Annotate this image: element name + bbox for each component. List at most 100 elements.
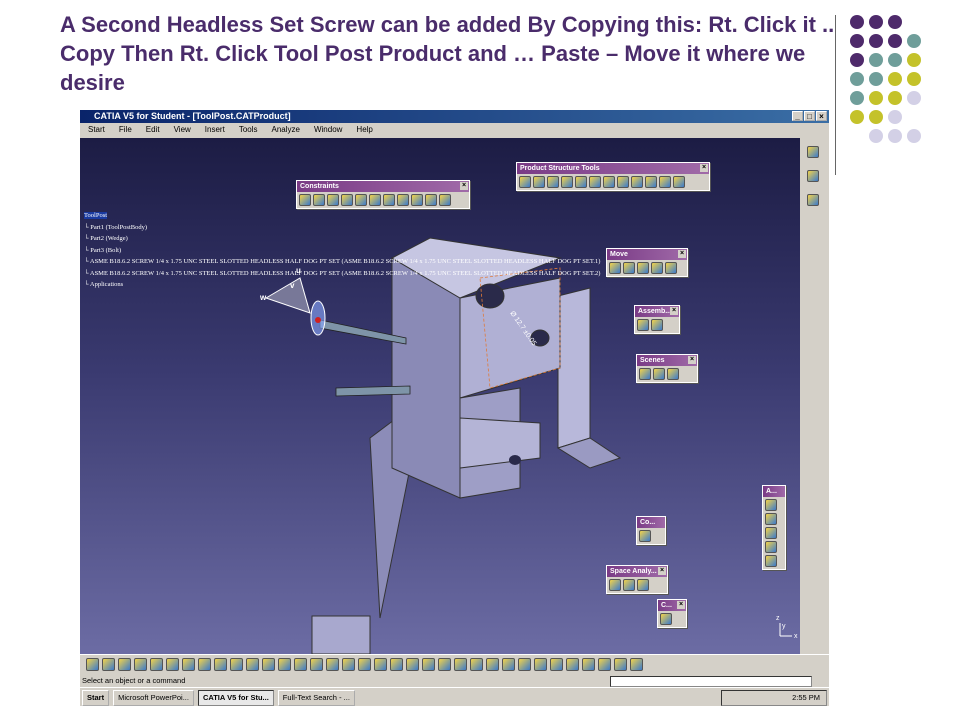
tool-icon[interactable] <box>765 555 777 567</box>
menu-insert[interactable]: Insert <box>205 123 225 137</box>
tool-icon[interactable] <box>150 658 163 671</box>
tool-icon[interactable] <box>439 194 451 206</box>
tool-icon[interactable] <box>653 368 665 380</box>
tool-icon[interactable] <box>589 176 601 188</box>
tool-icon[interactable] <box>637 262 649 274</box>
tool-icon[interactable] <box>765 513 777 525</box>
help-icon[interactable] <box>246 658 259 671</box>
toolbar-product-structure[interactable]: Product Structure Tools × <box>516 162 710 191</box>
specification-tree[interactable]: ToolPost └ Part1 (ToolPostBody) └ Part2 … <box>84 210 600 291</box>
close-button[interactable]: × <box>816 111 827 121</box>
tool-icon[interactable] <box>397 194 409 206</box>
tool-icon[interactable] <box>637 319 649 331</box>
menu-view[interactable]: View <box>174 123 191 137</box>
tool-icon[interactable] <box>327 194 339 206</box>
tool-icon[interactable] <box>294 658 307 671</box>
tool-post-body[interactable] <box>391 257 461 499</box>
tool-icon[interactable] <box>598 658 611 671</box>
undo-icon[interactable] <box>214 658 227 671</box>
tool-icon[interactable] <box>369 194 381 206</box>
maximize-button[interactable]: □ <box>804 111 815 121</box>
tree-item[interactable]: └ Part1 (ToolPostBody) <box>84 222 600 234</box>
close-icon[interactable]: × <box>700 164 708 172</box>
tool-icon[interactable] <box>425 194 437 206</box>
tool-icon[interactable] <box>807 146 819 158</box>
tool-icon[interactable] <box>765 541 777 553</box>
task-catia[interactable]: CATIA V5 for Stu... <box>197 689 274 706</box>
menu-start[interactable]: Start <box>88 123 105 137</box>
tool-icon[interactable] <box>355 194 367 206</box>
tree-item[interactable]: └ Part3 (Bolt) <box>84 245 600 257</box>
tool-icon[interactable] <box>639 530 651 542</box>
copy-icon[interactable] <box>182 658 195 671</box>
set-screw-2[interactable] <box>335 385 411 397</box>
tree-item[interactable]: └ Applications <box>84 279 600 291</box>
tool-icon[interactable] <box>623 579 635 591</box>
tool-icon[interactable] <box>383 194 395 206</box>
tool-icon[interactable] <box>470 658 483 671</box>
menu-help[interactable]: Help <box>356 123 372 137</box>
tree-root[interactable]: ToolPost <box>84 210 600 222</box>
menu-window[interactable]: Window <box>314 123 342 137</box>
toolbar-assembly[interactable]: Assemb... × <box>634 305 680 334</box>
tool-icon[interactable] <box>534 658 547 671</box>
tool-icon[interactable] <box>566 658 579 671</box>
tool-icon[interactable] <box>660 613 672 625</box>
zoom-in-icon[interactable] <box>406 658 419 671</box>
tool-icon[interactable] <box>659 176 671 188</box>
close-icon[interactable]: × <box>658 567 666 575</box>
tool-icon[interactable] <box>533 176 545 188</box>
tool-icon[interactable] <box>313 194 325 206</box>
save-icon[interactable] <box>118 658 131 671</box>
task-search[interactable]: Full-Text Search - ... <box>277 689 355 706</box>
menu-edit[interactable]: Edit <box>146 123 160 137</box>
task-powerpoint[interactable]: Microsoft PowerPoi... <box>113 689 194 706</box>
tool-icon[interactable] <box>341 194 353 206</box>
toolbar-constraints[interactable]: Constraints × <box>296 180 470 209</box>
toolbar-annotations[interactable]: A... <box>762 485 786 570</box>
toolbar-scenes[interactable]: Scenes × <box>636 354 698 383</box>
tool-icon[interactable] <box>637 579 649 591</box>
rotate-icon[interactable] <box>390 658 403 671</box>
tool-icon[interactable] <box>411 194 423 206</box>
tool-icon[interactable] <box>299 194 311 206</box>
tool-icon[interactable] <box>631 176 643 188</box>
tool-icon[interactable] <box>617 176 629 188</box>
tool-icon[interactable] <box>547 176 559 188</box>
tool-icon[interactable] <box>438 658 451 671</box>
paste-icon[interactable] <box>198 658 211 671</box>
toolbar-space-analysis[interactable]: Space Analy... × <box>606 565 668 594</box>
toolbar-catalog-small[interactable]: C... × <box>657 599 687 628</box>
tool-icon[interactable] <box>639 368 651 380</box>
tool-icon[interactable] <box>342 658 355 671</box>
tool-icon[interactable] <box>609 262 621 274</box>
open-icon[interactable] <box>102 658 115 671</box>
tool-icon[interactable] <box>673 176 685 188</box>
tool-icon[interactable] <box>310 658 323 671</box>
toolbar-move[interactable]: Move × <box>606 248 688 277</box>
redo-icon[interactable] <box>230 658 243 671</box>
tool-icon[interactable] <box>603 176 615 188</box>
command-input[interactable] <box>610 676 812 687</box>
close-icon[interactable]: × <box>460 182 468 190</box>
tool-icon[interactable] <box>550 658 563 671</box>
tool-icon[interactable] <box>326 658 339 671</box>
tool-icon[interactable] <box>502 658 515 671</box>
tool-icon[interactable] <box>807 170 819 182</box>
tool-icon[interactable] <box>486 658 499 671</box>
tool-icon[interactable] <box>765 527 777 539</box>
tool-icon[interactable] <box>519 176 531 188</box>
wedge-plate[interactable] <box>557 287 591 449</box>
tool-icon[interactable] <box>630 658 643 671</box>
print-icon[interactable] <box>134 658 147 671</box>
tool-icon[interactable] <box>609 579 621 591</box>
tool-icon[interactable] <box>623 262 635 274</box>
toolbar-constraints-small[interactable]: Co... <box>636 516 666 545</box>
close-icon[interactable]: × <box>678 250 686 258</box>
tool-icon[interactable] <box>614 658 627 671</box>
3d-viewport[interactable]: Ø 12.7 ±0.05 u v w x y z ToolPost └ Part… <box>80 138 800 654</box>
cut-icon[interactable] <box>166 658 179 671</box>
tool-icon[interactable] <box>651 319 663 331</box>
tool-icon[interactable] <box>518 658 531 671</box>
tree-item[interactable]: └ ASME B18.6.2 SCREW 1/4 x 1.75 UNC STEE… <box>84 268 600 280</box>
